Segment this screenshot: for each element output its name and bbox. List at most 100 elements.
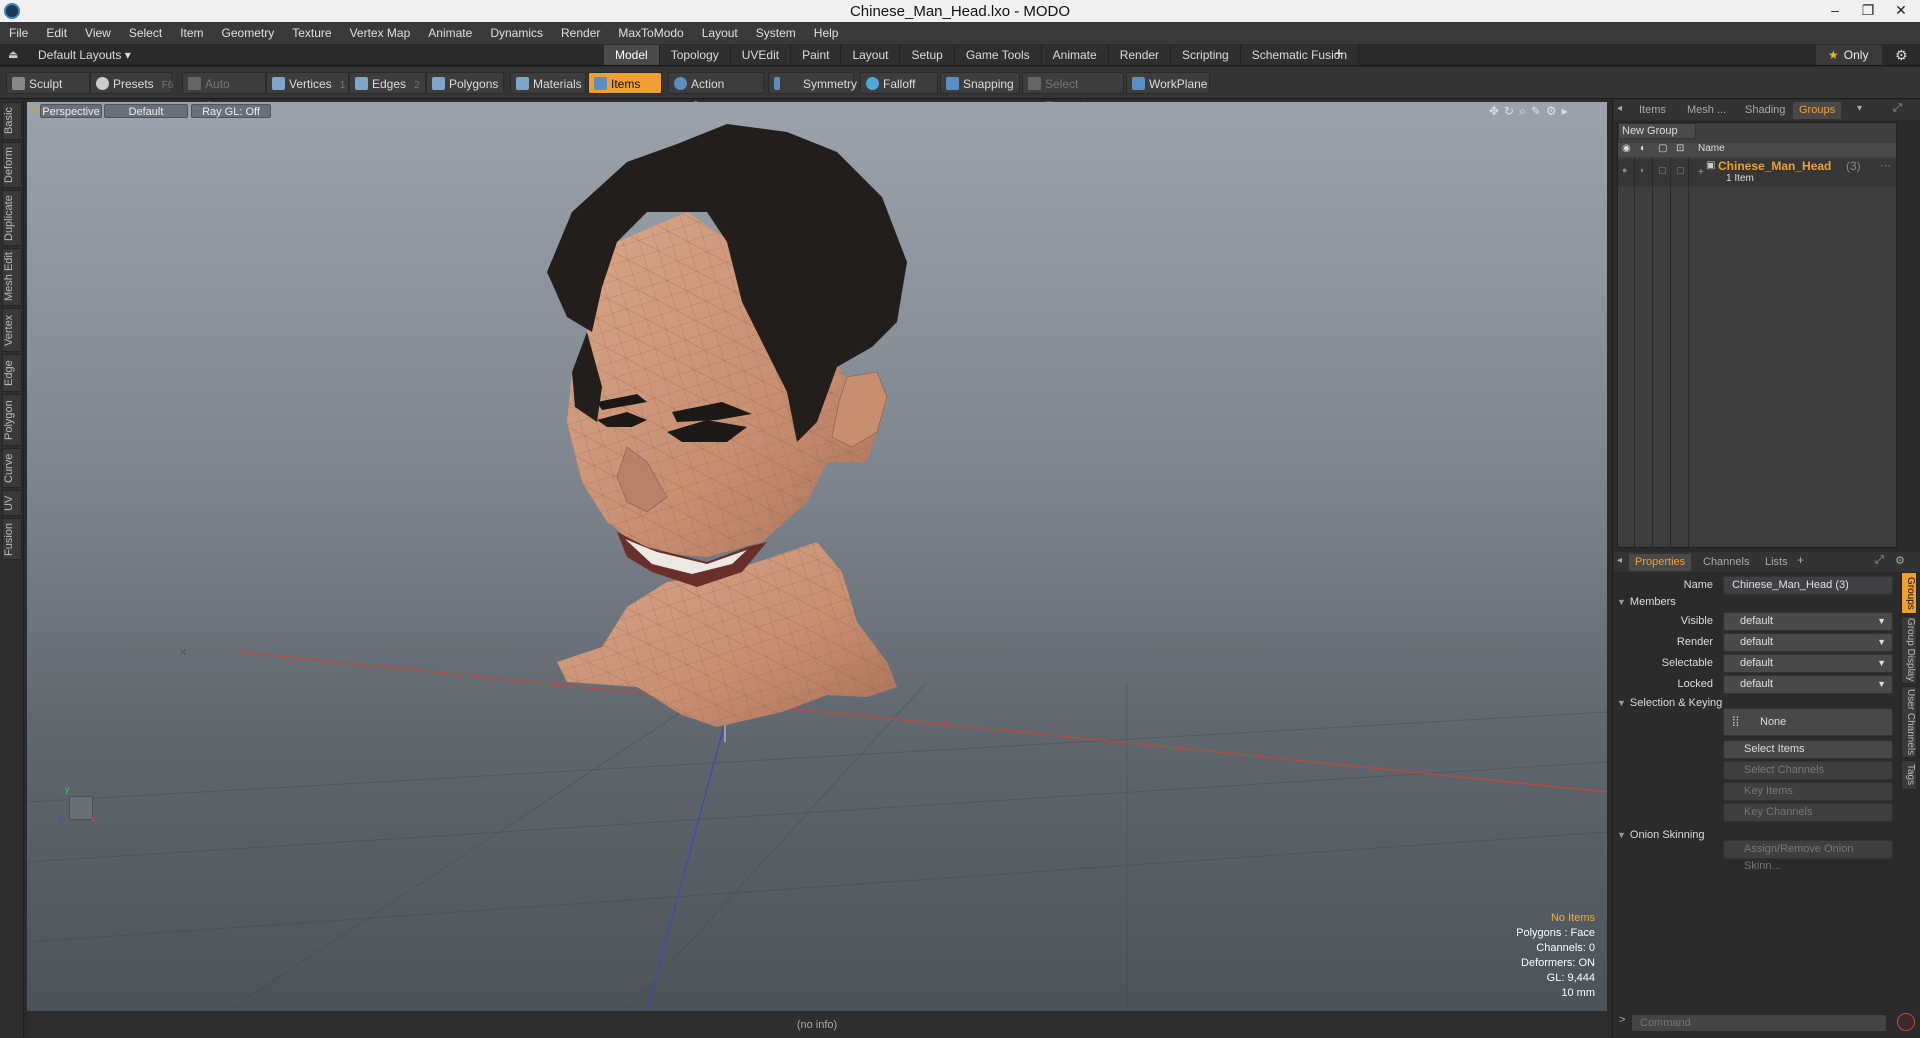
add-layout-tab-icon[interactable]: +	[1334, 44, 1344, 64]
side-tab-groups[interactable]: Groups	[1901, 572, 1917, 614]
action-center-button[interactable]: Action Center	[668, 72, 764, 113]
locked-dropdown[interactable]: default ▼	[1723, 675, 1893, 694]
tab-deform[interactable]: Deform	[2, 142, 22, 188]
group-render-toggle[interactable]: ◐	[1640, 165, 1645, 175]
menu-animate[interactable]: Animate	[419, 26, 481, 40]
items-button[interactable]: Items	[588, 72, 662, 94]
command-input[interactable]	[1631, 1014, 1887, 1032]
restore-button[interactable]: ❐	[1853, 0, 1883, 22]
new-group-button[interactable]: New Group	[1618, 123, 1696, 139]
tab-game-tools[interactable]: Game Tools	[954, 45, 1042, 65]
tab-edge[interactable]: Edge	[2, 354, 22, 392]
selection-keying-section[interactable]: ▼ Selection & Keying	[1617, 697, 1722, 709]
select-channels-button[interactable]: Select Channels	[1723, 761, 1893, 780]
key-items-button[interactable]: Key Items	[1723, 782, 1893, 801]
tab-model[interactable]: Model	[604, 45, 660, 65]
tab-properties[interactable]: Properties	[1629, 554, 1692, 571]
side-tab-tags[interactable]: Tags	[1901, 760, 1917, 790]
scene-render[interactable]: ✕	[27, 102, 1607, 1011]
tab-animate[interactable]: Animate	[1041, 45, 1109, 65]
menu-dynamics[interactable]: Dynamics	[481, 26, 552, 40]
menu-system[interactable]: System	[747, 26, 805, 40]
menu-help[interactable]: Help	[805, 26, 848, 40]
select-items-button[interactable]: Select Items	[1723, 740, 1893, 759]
tab-channels[interactable]: Channels	[1697, 554, 1755, 571]
view-mode-button[interactable]: Perspective	[40, 104, 102, 118]
menu-view[interactable]: View	[76, 26, 120, 40]
sculpt-button[interactable]: Sculpt	[6, 72, 90, 94]
close-button[interactable]: ✕	[1886, 0, 1916, 22]
group-name-field[interactable]: Chinese_Man_Head (3)	[1723, 576, 1893, 595]
only-toggle[interactable]: ★ Only	[1816, 45, 1882, 65]
menu-edit[interactable]: Edit	[37, 26, 76, 40]
tab-topology[interactable]: Topology	[659, 45, 731, 65]
edges-button[interactable]: Edges 2	[349, 72, 426, 94]
tab-scripting[interactable]: Scripting	[1171, 45, 1241, 65]
viewport-nav-icons[interactable]: ✥↻⌕✎⚙▸	[1489, 104, 1573, 119]
minimize-button[interactable]: –	[1820, 0, 1850, 22]
tab-groups[interactable]: Groups	[1793, 102, 1842, 119]
menu-maxtomodo[interactable]: MaxToModo	[609, 26, 692, 40]
onion-skinning-section[interactable]: ▼ Onion Skinning	[1617, 829, 1705, 841]
auto-select-button[interactable]: Auto Select	[182, 72, 266, 113]
presets-button[interactable]: Presets F6	[90, 72, 173, 94]
tab-fusion[interactable]: Fusion	[2, 518, 22, 560]
command-history-icon[interactable]	[1897, 1013, 1915, 1031]
gear-icon[interactable]: ⚙	[1895, 47, 1908, 64]
tab-curve[interactable]: Curve	[2, 448, 22, 488]
menu-vertex-map[interactable]: Vertex Map	[341, 26, 420, 40]
layout-home-icon[interactable]: ⏏	[8, 48, 18, 61]
tab-uvedit[interactable]: UVEdit	[730, 45, 792, 65]
menu-file[interactable]: File	[0, 26, 37, 40]
tab-uv[interactable]: UV	[2, 490, 22, 516]
menu-texture[interactable]: Texture	[283, 26, 340, 40]
menu-render[interactable]: Render	[552, 26, 609, 40]
tab-setup[interactable]: Setup	[900, 45, 955, 65]
menu-select[interactable]: Select	[120, 26, 171, 40]
assign-onion-skin-button[interactable]: Assign/Remove Onion Skinn...	[1723, 840, 1893, 872]
key-channels-button[interactable]: Key Channels	[1723, 803, 1893, 822]
snapping-button[interactable]: Snapping	[940, 72, 1020, 94]
group-name[interactable]: Chinese_Man_Head	[1718, 159, 1831, 173]
tab-items[interactable]: Items	[1633, 102, 1672, 119]
side-tab-group-display[interactable]: Group Display	[1901, 616, 1917, 684]
properties-gear-icon[interactable]: ⚙	[1895, 554, 1905, 567]
group-more-icon[interactable]: ⋯	[1880, 159, 1891, 172]
visible-dropdown[interactable]: default ▼	[1723, 612, 1893, 631]
tab-polygon[interactable]: Polygon	[2, 394, 22, 446]
render-dropdown[interactable]: default ▼	[1723, 633, 1893, 652]
tab-mesh[interactable]: Mesh ...	[1681, 102, 1732, 119]
tab-layout[interactable]: Layout	[841, 45, 901, 65]
none-button[interactable]: ⁞⁞ None	[1723, 708, 1893, 736]
materials-button[interactable]: Materials	[510, 72, 586, 94]
vertices-button[interactable]: Vertices 1	[266, 72, 349, 94]
expand-panel-icon[interactable]: ⤢	[1893, 102, 1902, 115]
expand-properties-icon[interactable]: ⤢	[1875, 554, 1884, 567]
raygl-button[interactable]: Ray GL: Off	[191, 104, 271, 118]
panel-menu-icon[interactable]: ◂	[1617, 103, 1622, 114]
group-row[interactable]: ● ◐ ▢ ▢ + ▣ Chinese_Man_Head (3) ⋯ 1 Ite…	[1618, 159, 1896, 187]
groups-list[interactable]: New Group ◉ ◐ ▢ ⊡ Name ● ◐ ▢ ▢ + ▣ Chine…	[1617, 122, 1897, 548]
tab-basic[interactable]: Basic	[2, 102, 22, 140]
add-tab-icon[interactable]: +	[1797, 553, 1804, 567]
expand-group-icon[interactable]: +	[1698, 167, 1704, 178]
default-layouts-dropdown[interactable]: Default Layouts ▾	[38, 48, 131, 62]
group-select-toggle[interactable]: ▢	[1658, 165, 1667, 176]
shading-mode-button[interactable]: Default	[104, 104, 188, 118]
menu-item[interactable]: Item	[171, 26, 212, 40]
menu-layout[interactable]: Layout	[693, 26, 747, 40]
tab-paint[interactable]: Paint	[791, 45, 842, 65]
select-through-button[interactable]: Select Through	[1022, 72, 1124, 113]
menu-geometry[interactable]: Geometry	[213, 26, 284, 40]
properties-menu-icon[interactable]: ◂	[1617, 555, 1622, 566]
tab-duplicate[interactable]: Duplicate	[2, 190, 22, 246]
tab-lists[interactable]: Lists	[1759, 554, 1794, 571]
tab-shading[interactable]: Shading	[1739, 102, 1791, 119]
polygons-button[interactable]: Polygons	[426, 72, 504, 94]
members-section[interactable]: ▼ Members	[1617, 596, 1676, 608]
group-lock-toggle[interactable]: ▢	[1676, 165, 1685, 176]
side-tab-user-channels[interactable]: User Channels	[1901, 686, 1917, 758]
tab-mesh-edit[interactable]: Mesh Edit	[2, 248, 22, 306]
viewport-menu-icon[interactable]: ⊙	[31, 105, 39, 116]
selectable-dropdown[interactable]: default ▼	[1723, 654, 1893, 673]
